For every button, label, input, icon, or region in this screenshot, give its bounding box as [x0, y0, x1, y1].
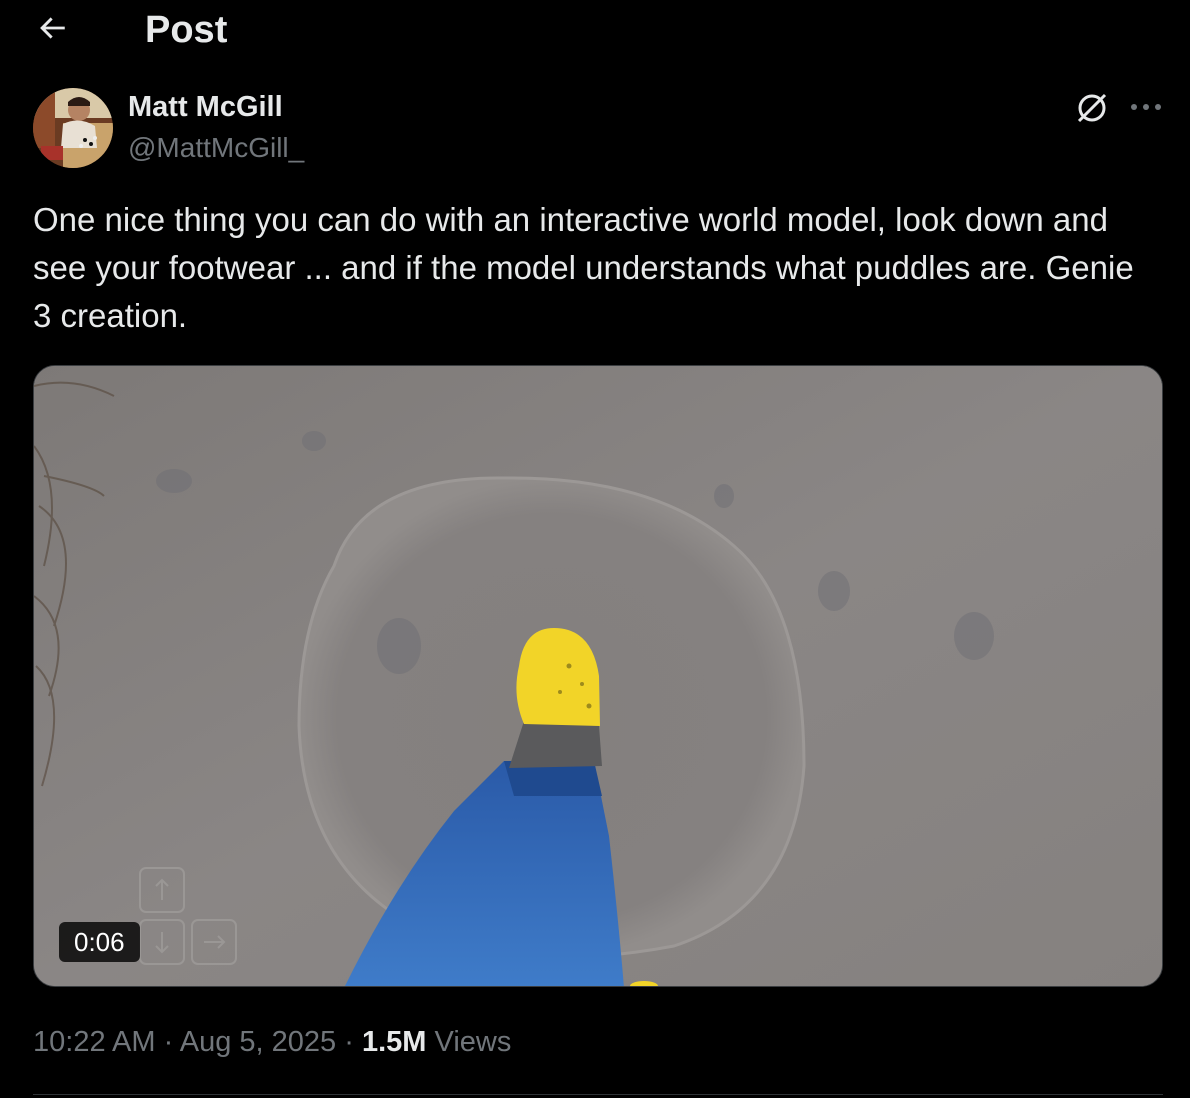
author-name[interactable]: Matt McGill: [128, 90, 283, 124]
more-icon: [1129, 99, 1163, 117]
post-date[interactable]: Aug 5, 2025: [180, 1026, 336, 1058]
page-title: Post: [145, 9, 228, 51]
tweet-text: One nice thing you can do with an intera…: [33, 201, 1134, 334]
video-duration-badge: 0:06: [59, 922, 140, 962]
divider: [33, 1094, 1163, 1095]
avatar[interactable]: [33, 88, 113, 168]
arrow-left-icon: [35, 11, 69, 50]
video-player[interactable]: 0:06: [33, 365, 1163, 987]
meta-separator: ·: [163, 1026, 174, 1058]
meta-separator: ·: [344, 1026, 354, 1058]
post-time[interactable]: 10:22 AM: [33, 1026, 156, 1058]
post-meta: 10:22 AM · Aug 5, 2025 · 1.5M Views: [33, 1022, 511, 1062]
views-count: 1.5M: [361, 1026, 427, 1058]
grok-icon: [1074, 90, 1110, 131]
more-button[interactable]: [1124, 88, 1168, 128]
views-label: Views: [434, 1026, 512, 1058]
author-handle[interactable]: @MattMcGill_: [128, 131, 304, 165]
grok-button[interactable]: [1070, 88, 1114, 132]
header: Post: [0, 0, 1190, 60]
post-page: Post Matt McGill @MattMcGill_ One nice t…: [0, 0, 1190, 1098]
back-button[interactable]: [30, 8, 74, 52]
